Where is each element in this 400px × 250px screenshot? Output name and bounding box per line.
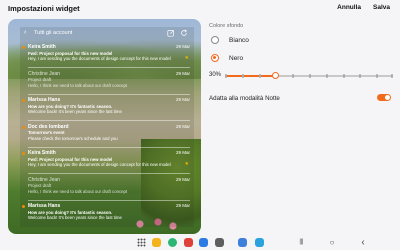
message-preview: Hello, I think we need to talk about our… xyxy=(28,82,128,88)
radio-black[interactable] xyxy=(211,54,219,62)
message-date: 29 Mar xyxy=(175,44,190,49)
back-icon[interactable]: ‹ xyxy=(24,29,26,36)
message-item[interactable]: Keira Smith 29 Mar Fwd: Project proposal f… xyxy=(20,150,194,174)
slider-tick xyxy=(359,74,362,78)
settings-panel: Colore sfondo Bianco Nero 30% Adatta all… xyxy=(205,20,395,135)
slider-tick xyxy=(342,74,345,78)
refresh-icon[interactable] xyxy=(180,29,188,37)
message-divider xyxy=(28,146,190,148)
slider-tick xyxy=(241,74,244,78)
telegram-app-icon[interactable] xyxy=(255,238,264,247)
save-button[interactable]: Salva xyxy=(373,4,390,11)
message-sender: Christine Jean xyxy=(28,176,60,183)
message-date: 29 Mar xyxy=(175,97,190,102)
top-actions: Annulla Salva xyxy=(337,4,390,11)
message-sender: Christine Jean xyxy=(28,70,60,77)
message-preview: Please check the tomorrow's schedule and… xyxy=(28,135,118,141)
message-preview: Welcome back! It's been years since the … xyxy=(28,215,122,220)
transparency-value: 30% xyxy=(209,72,222,78)
message-date: 29 Mar xyxy=(175,176,190,182)
message-preview: Welcome back! It's been years since the … xyxy=(28,109,122,114)
slider-tick xyxy=(376,74,379,78)
message-sender: Doc des lombard xyxy=(28,123,69,130)
slider-tick xyxy=(292,74,295,78)
night-mode-row[interactable]: Adatta alla modalità Notte xyxy=(209,93,391,105)
galaxy-store-icon[interactable] xyxy=(215,238,224,247)
night-mode-label: Adatta alla modalità Notte xyxy=(209,95,280,102)
top-bar: Impostazioni widget Annulla Salva xyxy=(0,0,400,18)
home-button[interactable]: ○ xyxy=(327,238,337,247)
phone-app-icon[interactable] xyxy=(168,238,177,247)
message-divider xyxy=(28,67,190,68)
message-item[interactable]: Keira Smith 29 Mar Fwd: Project proposal f… xyxy=(20,44,194,68)
slider-thumb[interactable] xyxy=(271,72,279,79)
slider-tick xyxy=(225,74,227,78)
option-black-label: Nero xyxy=(229,54,244,62)
slider-tick xyxy=(309,74,311,78)
messages-app-icon[interactable] xyxy=(199,238,208,247)
message-subject: How are you doing? It's fantastic season… xyxy=(28,209,113,215)
star-icon[interactable]: ★ xyxy=(185,55,189,61)
email-app-icon[interactable] xyxy=(184,238,193,247)
widget-preview: ‹ Tutti gli account Keira Smith 29 Mar Fwd… xyxy=(8,19,201,234)
message-divider xyxy=(28,173,190,174)
my-files-icon[interactable] xyxy=(152,238,161,247)
message-date: 29 Mar xyxy=(175,150,190,155)
page-title: Impostazioni widget xyxy=(8,4,80,13)
message-subject: Project draft xyxy=(28,77,52,82)
unread-dot-icon xyxy=(22,46,25,49)
unread-dot-icon xyxy=(22,99,25,102)
unread-dot-icon xyxy=(22,152,25,155)
message-subject: Tomorrow's event xyxy=(28,130,65,135)
radio-white[interactable] xyxy=(211,36,219,44)
unread-dot-icon xyxy=(22,205,25,208)
message-subject: How are you doing? It's fantastic season… xyxy=(28,103,113,109)
transparency-slider[interactable] xyxy=(225,72,394,79)
message-date: 29 Mar xyxy=(175,123,190,129)
star-icon[interactable]: ★ xyxy=(185,161,189,167)
message-preview: Hello, I think we need to talk about our… xyxy=(28,188,128,194)
account-selector[interactable]: Tutti gli account xyxy=(34,30,72,36)
message-item[interactable]: Christine Jean 29 Mar Project draft Hello, … xyxy=(20,177,194,201)
message-item[interactable]: Marissa Hans 29 Mar How are you doing? It'… xyxy=(20,203,194,227)
navigation-bar: ||| ○ ‹ xyxy=(0,236,400,250)
message-subject: Project draft xyxy=(28,183,52,188)
widget-header: ‹ Tutti gli account xyxy=(20,27,194,41)
apps-grid-icon[interactable] xyxy=(137,238,146,247)
message-date: 29 Mar xyxy=(175,70,190,76)
message-subject: Fwd: Project proposal for this new model xyxy=(28,156,113,162)
message-sender: Keira Smith xyxy=(28,150,56,156)
message-divider xyxy=(28,120,190,121)
message-sender: Keira Smith xyxy=(28,44,56,50)
settings-app-icon[interactable] xyxy=(238,238,247,247)
message-date: 29 Mar xyxy=(175,203,190,208)
message-subject: Fwd: Project proposal for this new model xyxy=(28,50,113,56)
slider-tick xyxy=(391,74,394,78)
slider-fill xyxy=(225,75,276,77)
recent-apps-button[interactable]: ||| xyxy=(296,238,306,247)
message-sender: Marissa Hans xyxy=(28,97,61,103)
unread-dot-icon xyxy=(22,125,25,129)
night-mode-toggle[interactable] xyxy=(377,94,391,101)
back-button[interactable]: ‹ xyxy=(358,238,368,248)
option-white-label: Bianco xyxy=(229,36,249,44)
email-widget: ‹ Tutti gli account Keira Smith 29 Mar Fwd… xyxy=(20,27,194,227)
message-item[interactable]: Christine Jean 29 Mar Project draft Hello, … xyxy=(20,71,194,95)
message-divider xyxy=(28,199,190,201)
message-item[interactable]: Doc des lombard 29 Mar Tomorrow's event Ple… xyxy=(20,124,194,148)
message-item[interactable]: Marissa Hans 29 Mar How are you doing? It'… xyxy=(20,97,194,121)
option-black[interactable]: Nero xyxy=(209,53,389,65)
message-divider xyxy=(28,93,190,95)
slider-tick xyxy=(325,74,328,78)
message-preview: Hey, I am sending you the documents of d… xyxy=(28,162,171,167)
background-color-label: Colore sfondo xyxy=(209,23,244,29)
compose-icon[interactable] xyxy=(167,29,175,37)
slider-tick xyxy=(258,74,261,78)
message-preview: Hey, I am sending you the documents of d… xyxy=(28,56,171,61)
cancel-button[interactable]: Annulla xyxy=(337,4,361,11)
message-sender: Marissa Hans xyxy=(28,203,61,209)
option-white[interactable]: Bianco xyxy=(209,35,389,47)
